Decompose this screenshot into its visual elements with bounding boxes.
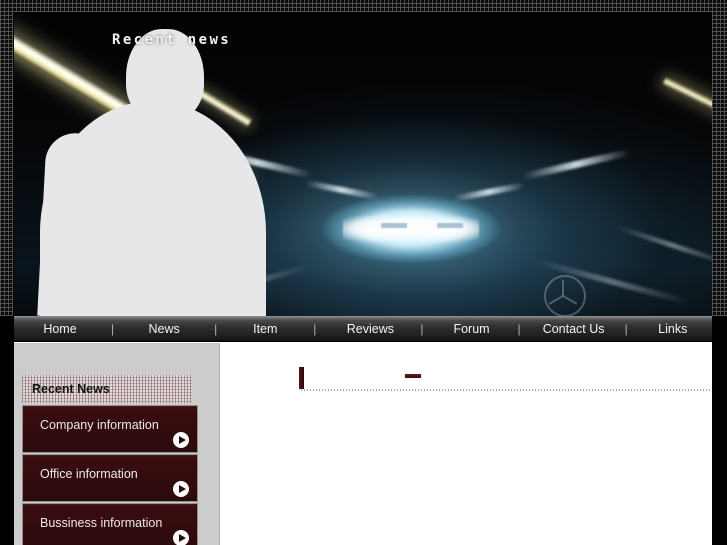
nav-separator: |	[420, 322, 424, 336]
headlight-bar	[437, 223, 463, 228]
tunnel-vanishing-point-glow	[343, 207, 479, 249]
nav-separator: |	[313, 322, 317, 336]
sidebar-item-label: Office information	[40, 467, 138, 481]
headlight-bar	[381, 223, 407, 228]
nav-separator: |	[517, 322, 521, 336]
sidebar-heading: Recent News	[22, 375, 192, 403]
play-arrow-icon[interactable]	[173, 481, 189, 497]
frame-dot-pattern-left	[0, 0, 13, 316]
nav-item-item[interactable]: Item	[243, 317, 287, 341]
content-dash-marker	[405, 374, 421, 378]
sidebar-item-office-information[interactable]: Office information	[22, 454, 198, 502]
nav-item-news[interactable]: News	[140, 317, 188, 341]
frame-dot-pattern-top	[0, 0, 727, 12]
nav-item-contact-us[interactable]: Contact Us	[535, 317, 613, 341]
hero-banner: Recent news	[13, 11, 712, 316]
main-content	[221, 343, 718, 545]
nav-item-home[interactable]: Home	[34, 317, 86, 341]
content-divider	[301, 389, 718, 391]
sidebar-item-bussiness-information[interactable]: Bussiness information	[22, 503, 198, 545]
page-body: Recent News Company information Office i…	[14, 343, 718, 545]
play-arrow-icon[interactable]	[173, 432, 189, 448]
sidebar-item-label: Company information	[40, 418, 159, 432]
sidebar-item-company-information[interactable]: Company information	[22, 405, 198, 453]
nav-item-forum[interactable]: Forum	[446, 317, 498, 341]
person-silhouette-icon	[37, 29, 266, 316]
main-navigation: Home | News | Item | Reviews | Forum | C…	[0, 316, 727, 342]
content-accent-bar	[299, 367, 304, 389]
sidebar-heading-label: Recent News	[32, 382, 110, 396]
sidebar-item-label: Bussiness information	[40, 516, 163, 530]
nav-separator: |	[214, 322, 218, 336]
silhouette-arm	[37, 131, 99, 316]
frame-dot-pattern-right	[712, 0, 727, 316]
sidebar: Recent News Company information Office i…	[14, 343, 220, 545]
page-root: Recent news Home | News | Item | Reviews…	[0, 0, 727, 545]
nav-separator: |	[111, 322, 115, 336]
car-emblem-icon	[544, 275, 586, 316]
nav-item-reviews[interactable]: Reviews	[338, 317, 402, 341]
play-arrow-icon[interactable]	[173, 530, 189, 545]
nav-separator: |	[624, 322, 628, 336]
hero-title: Recent news	[112, 32, 232, 48]
nav-item-links[interactable]: Links	[650, 317, 696, 341]
